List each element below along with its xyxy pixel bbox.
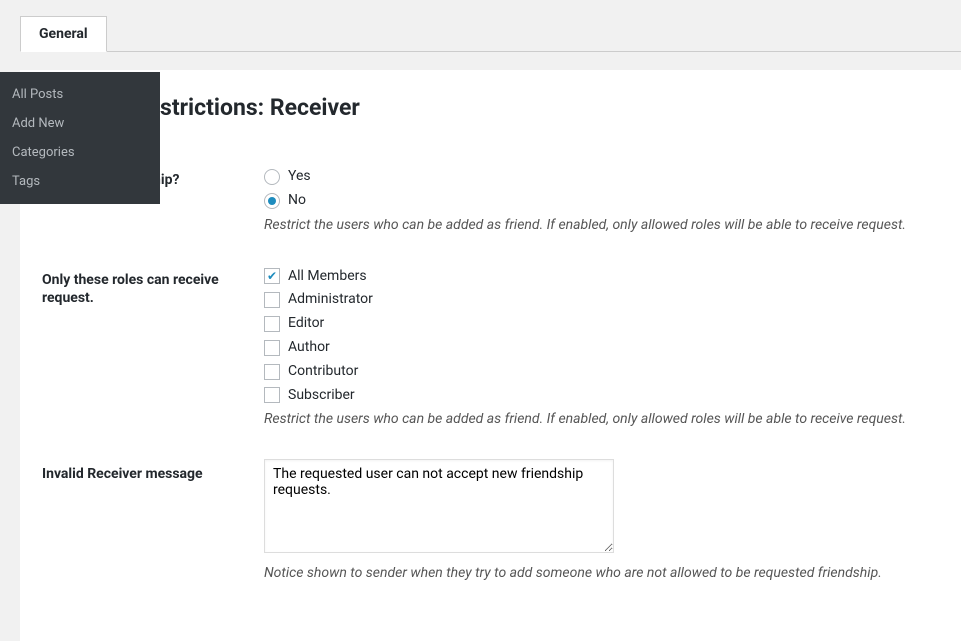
radio-yes[interactable] bbox=[264, 169, 280, 185]
radio-no-label: No bbox=[288, 189, 306, 213]
check-contributor-label: Contributor bbox=[288, 360, 358, 384]
submenu-item-categories[interactable]: Categories bbox=[0, 138, 160, 167]
check-administrator[interactable] bbox=[264, 292, 280, 308]
section-heading: strictions: Receiver bbox=[40, 94, 933, 121]
check-all-members-label: All Members bbox=[288, 265, 367, 289]
field-label-roles: Only these roles can receive request. bbox=[42, 253, 262, 446]
restrict-desc: Restrict the users who can be added as f… bbox=[264, 217, 931, 233]
check-subscriber-label: Subscriber bbox=[288, 384, 355, 408]
check-all-members[interactable] bbox=[264, 268, 280, 284]
submenu-item-tags[interactable]: Tags bbox=[0, 167, 160, 196]
settings-panel: strictions: Receiver requested friendshi… bbox=[20, 70, 961, 641]
tab-bar: General bbox=[20, 16, 961, 52]
radio-yes-label: Yes bbox=[288, 165, 311, 189]
settings-form: requested friendship? Yes No Restrict th… bbox=[40, 151, 933, 601]
roles-desc: Restrict the users who can be added as f… bbox=[264, 411, 931, 427]
check-administrator-label: Administrator bbox=[288, 288, 373, 312]
submenu-item-all-posts[interactable]: All Posts bbox=[0, 80, 160, 109]
tab-general[interactable]: General bbox=[20, 16, 107, 52]
check-editor[interactable] bbox=[264, 316, 280, 332]
check-contributor[interactable] bbox=[264, 364, 280, 380]
check-author[interactable] bbox=[264, 340, 280, 356]
check-author-label: Author bbox=[288, 336, 330, 360]
invalid-message-textarea[interactable] bbox=[264, 459, 614, 553]
invalid-desc: Notice shown to sender when they try to … bbox=[264, 565, 931, 581]
submenu-item-add-new[interactable]: Add New bbox=[0, 109, 160, 138]
radio-no[interactable] bbox=[264, 193, 280, 209]
check-editor-label: Editor bbox=[288, 312, 324, 336]
posts-submenu: All Posts Add New Categories Tags bbox=[0, 72, 160, 204]
check-subscriber[interactable] bbox=[264, 387, 280, 403]
